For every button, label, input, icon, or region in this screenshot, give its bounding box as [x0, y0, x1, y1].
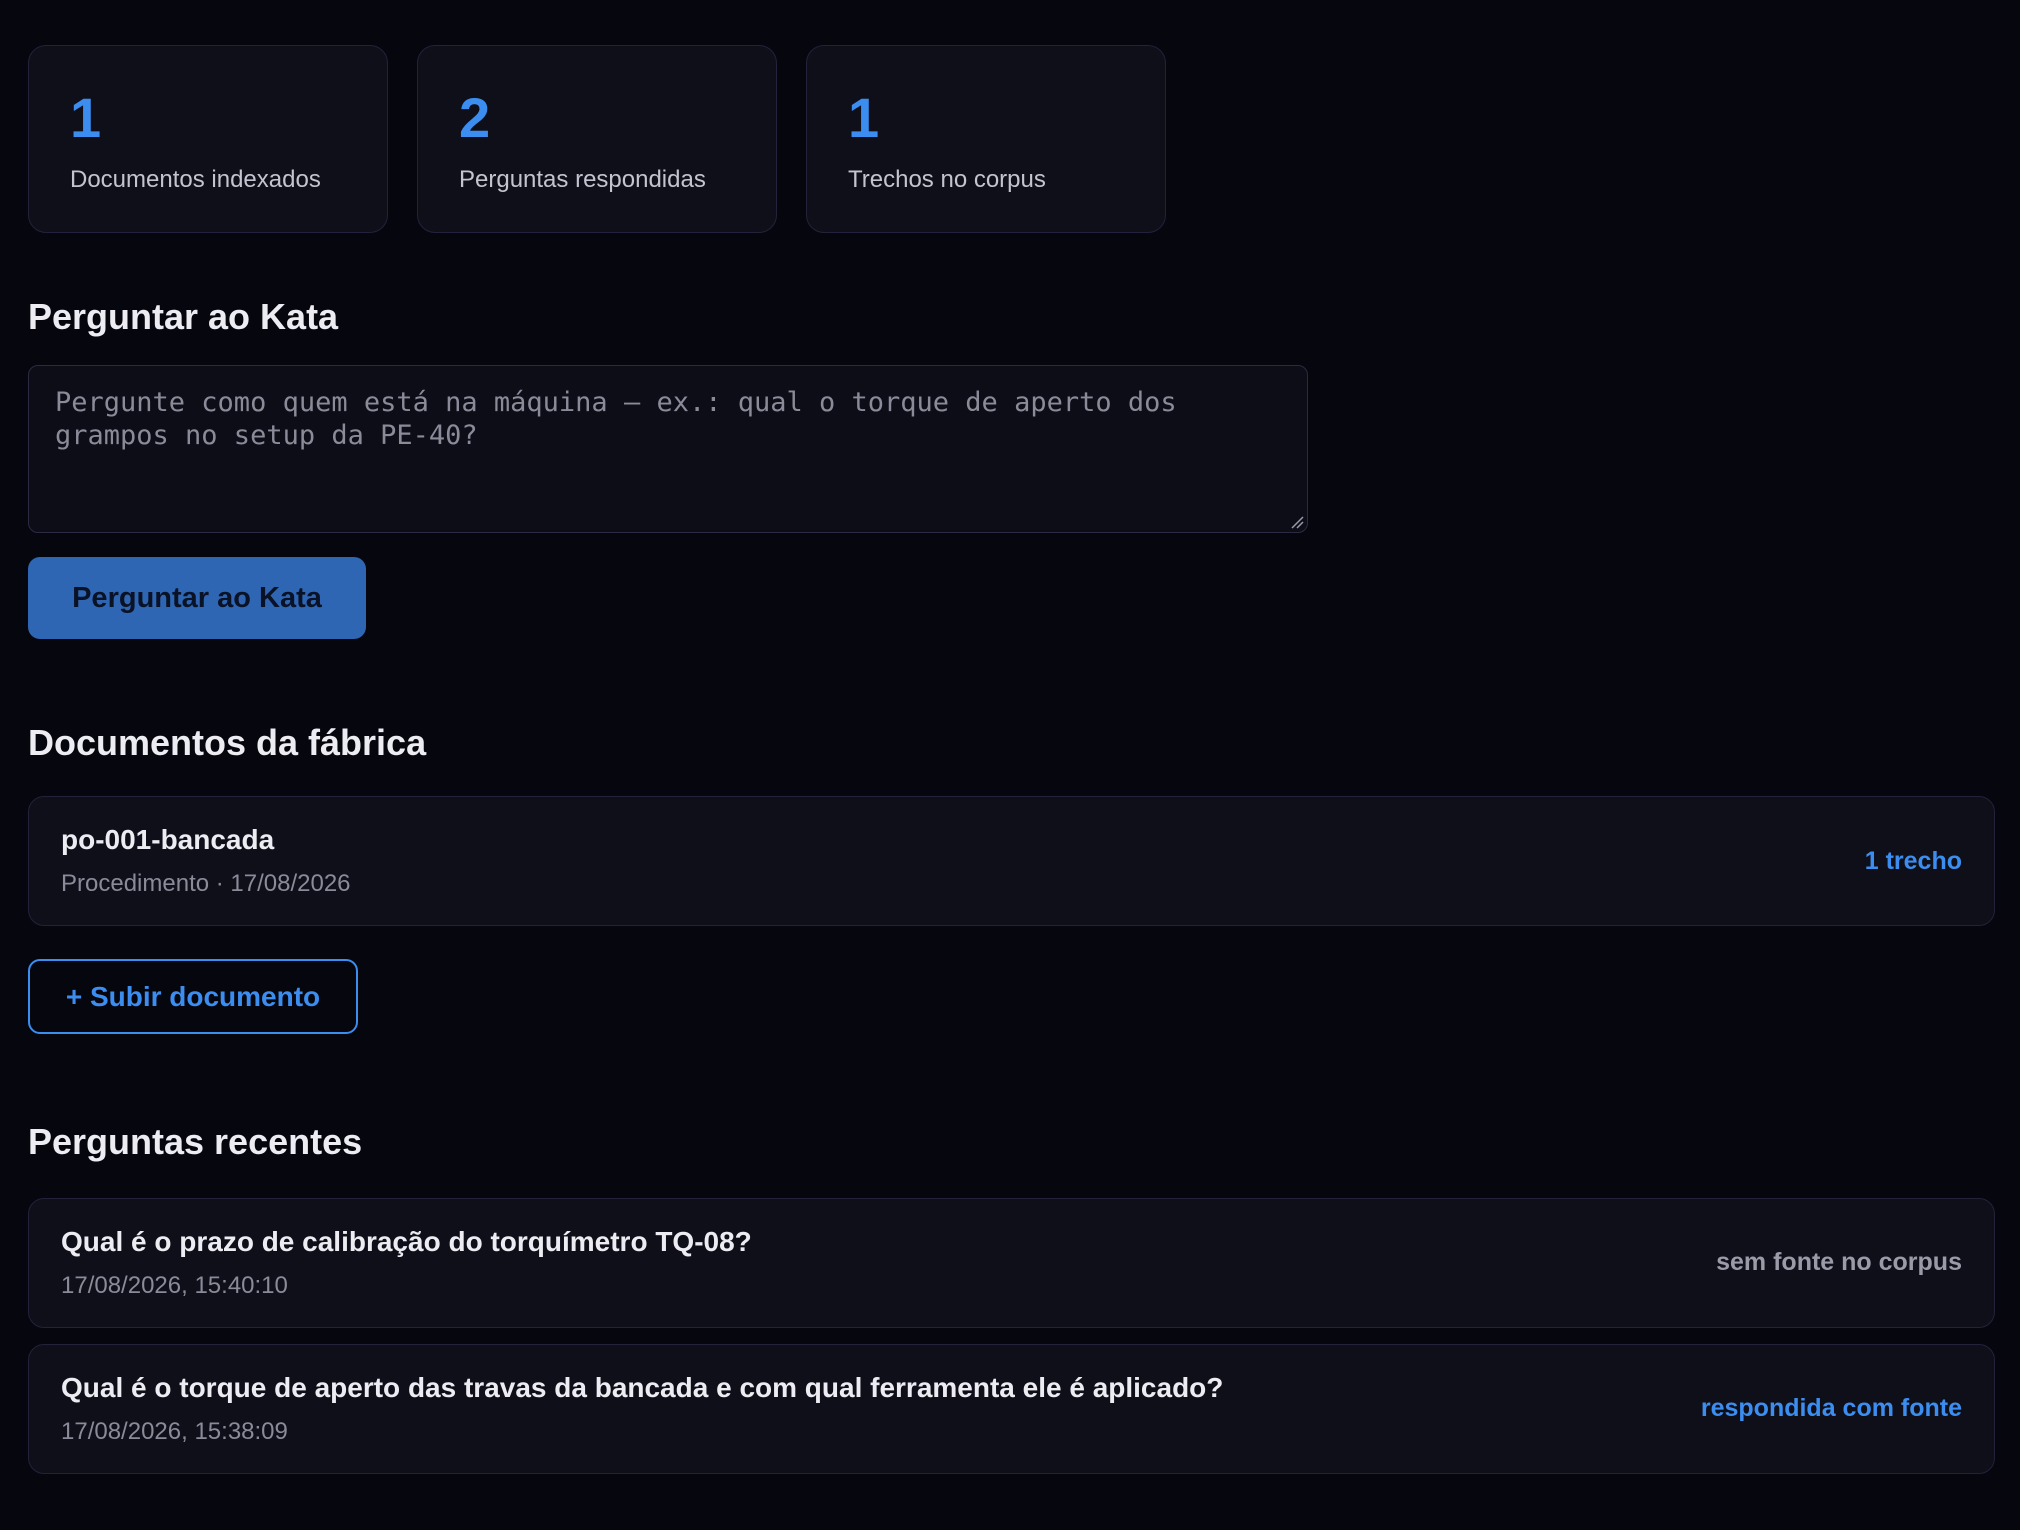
question-text: Qual é o torque de aperto das travas da … [61, 1371, 1224, 1403]
stat-value: 1 [70, 86, 102, 149]
stat-card-chunks: 1 Trechos no corpus [806, 45, 1166, 233]
document-chunk-count: 1 trecho [1864, 846, 1962, 875]
question-placeholder: Pergunte como quem está na máquina — ex.… [55, 387, 1193, 452]
question-textarea[interactable]: Pergunte como quem está na máquina — ex.… [28, 365, 1308, 534]
recent-question-row[interactable]: Qual é o prazo de calibração do torquíme… [28, 1197, 1995, 1328]
upload-document-button[interactable]: + Subir documento [28, 959, 358, 1035]
question-timestamp: 17/08/2026, 15:40:10 [61, 1271, 288, 1299]
recent-section-title: Perguntas recentes [28, 1121, 363, 1163]
stat-value: 2 [459, 86, 491, 149]
stat-label: Perguntas respondidas [459, 166, 706, 193]
resize-handle-icon[interactable] [1290, 515, 1304, 529]
dashboard-page: 1 Documentos indexados 2 Perguntas respo… [0, 0, 2020, 1530]
stats-row: 1 Documentos indexados 2 Perguntas respo… [28, 45, 1992, 233]
question-info: Qual é o torque de aperto das travas da … [61, 1372, 1223, 1446]
question-status: respondida com fonte [1700, 1394, 1962, 1423]
stat-card-questions: 2 Perguntas respondidas [417, 45, 777, 233]
document-row[interactable]: po-001-bancada Procedimento · 17/08/2026… [28, 796, 1995, 927]
document-name: po-001-bancada [61, 824, 275, 856]
stat-card-documents: 1 Documentos indexados [28, 45, 388, 233]
ask-button[interactable]: Perguntar ao Kata [28, 557, 366, 640]
stat-label: Trechos no corpus [848, 166, 1046, 193]
documents-section-title: Documentos da fábrica [28, 722, 427, 764]
question-text: Qual é o prazo de calibração do torquíme… [61, 1225, 752, 1257]
stat-label: Documentos indexados [70, 166, 321, 193]
recent-question-row[interactable]: Qual é o torque de aperto das travas da … [28, 1343, 1995, 1474]
document-meta: Procedimento · 17/08/2026 [61, 870, 351, 898]
stat-value: 1 [848, 86, 880, 149]
question-info: Qual é o prazo de calibração do torquíme… [61, 1226, 752, 1300]
question-status: sem fonte no corpus [1716, 1248, 1962, 1277]
ask-section-title: Perguntar ao Kata [28, 296, 339, 337]
question-timestamp: 17/08/2026, 15:38:09 [61, 1417, 288, 1445]
document-info: po-001-bancada Procedimento · 17/08/2026 [61, 824, 351, 898]
